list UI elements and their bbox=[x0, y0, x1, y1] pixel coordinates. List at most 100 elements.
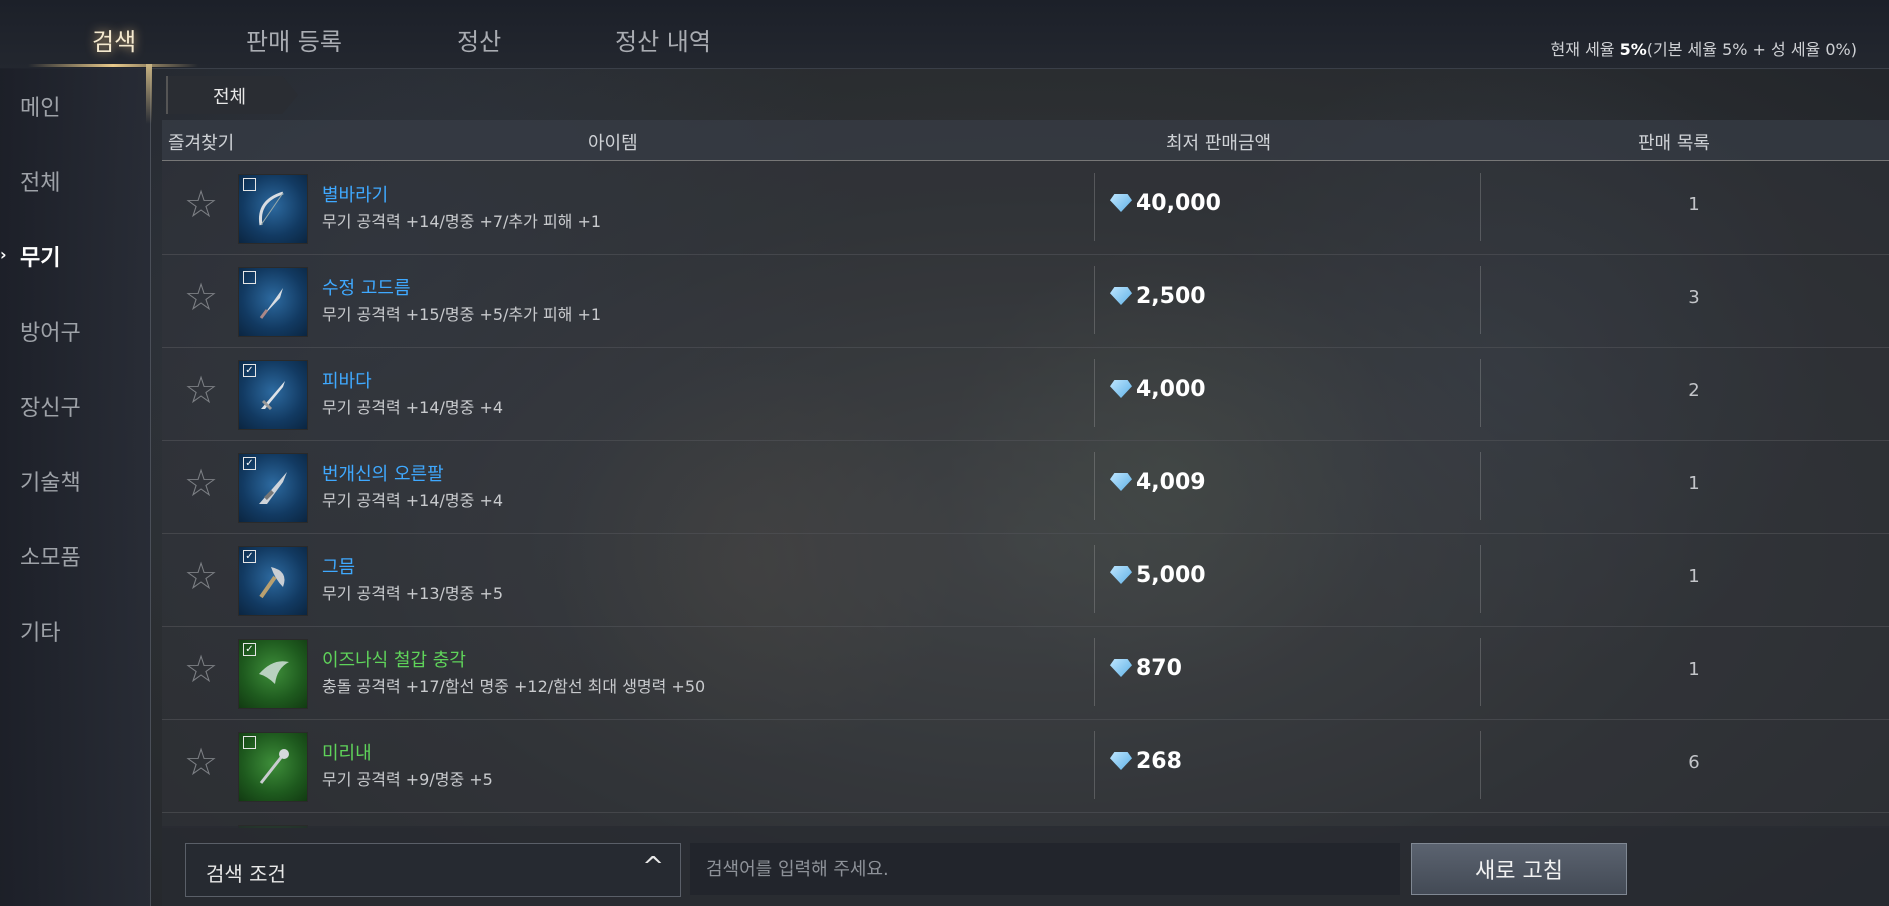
item-price: 4,000 bbox=[1110, 377, 1206, 402]
table-header: 즐겨찾기 아이템 최저 판매금액 판매 목록 bbox=[162, 120, 1889, 161]
column-divider bbox=[1480, 731, 1481, 799]
sidebar-item-armor[interactable]: 방어구 bbox=[20, 315, 81, 347]
item-name: 그믐 bbox=[322, 557, 356, 578]
greatsword-icon bbox=[259, 472, 287, 504]
item-price: 268 bbox=[1110, 749, 1182, 774]
search-condition-label: 검색 조건 bbox=[206, 862, 286, 886]
category-sidebar: 메인 전체 › 무기 방어구 장신구 기술책 소모품 기타 bbox=[0, 68, 151, 906]
star-icon[interactable]: ☆ bbox=[184, 464, 218, 502]
sidebar-item-all[interactable]: 전체 bbox=[20, 165, 60, 197]
tab-register-sale[interactable]: 판매 등록 bbox=[246, 22, 342, 57]
star-icon[interactable]: ☆ bbox=[184, 371, 218, 409]
listing-count: 1 bbox=[1688, 194, 1700, 215]
column-divider bbox=[1094, 452, 1095, 520]
chevron-up-icon: ^ bbox=[642, 852, 664, 882]
diamond-icon bbox=[1110, 566, 1132, 584]
item-thumbnail: ✓ bbox=[238, 639, 308, 709]
sidebar-item-skillbook[interactable]: 기술책 bbox=[20, 465, 81, 497]
item-price: 40,000 bbox=[1110, 191, 1221, 216]
header-listings: 판매 목록 bbox=[1638, 133, 1710, 154]
item-stats: 무기 공격력 +9/명중 +5 bbox=[322, 770, 493, 789]
price-value: 2,500 bbox=[1136, 284, 1206, 309]
sidebar-item-etc[interactable]: 기타 bbox=[20, 615, 60, 647]
refresh-button[interactable]: 새로 고침 bbox=[1411, 843, 1627, 895]
table-row[interactable]: ☆ ✓ 번개신의 오른팔 무기 공격력 +14/명중 +4 4,009 1 bbox=[162, 440, 1889, 534]
price-value: 268 bbox=[1136, 749, 1182, 774]
item-name: 별바라기 bbox=[322, 185, 389, 206]
ram-icon bbox=[259, 661, 289, 684]
listing-count: 1 bbox=[1688, 659, 1700, 680]
ornament-vine bbox=[146, 64, 152, 124]
sidebar-item-consumable[interactable]: 소모품 bbox=[20, 540, 81, 572]
tab-settlement-history[interactable]: 정산 내역 bbox=[615, 22, 711, 57]
item-stats: 무기 공격력 +14/명중 +4 bbox=[322, 398, 504, 417]
star-icon[interactable]: ☆ bbox=[184, 278, 218, 316]
star-icon[interactable]: ☆ bbox=[184, 650, 218, 688]
item-stats: 무기 공격력 +15/명중 +5/추가 피해 +1 bbox=[322, 305, 602, 324]
price-value: 4,009 bbox=[1136, 470, 1206, 495]
item-name: 이즈나식 철갑 충각 bbox=[322, 650, 466, 671]
item-price: 4,009 bbox=[1110, 470, 1206, 495]
active-tab-indicator bbox=[28, 64, 198, 67]
item-list: ☆ 별바라기 무기 공격력 +14/명중 +7/추가 피해 +1 40,000 … bbox=[162, 161, 1889, 828]
diamond-icon bbox=[1110, 659, 1132, 677]
breadcrumb[interactable]: 전체 bbox=[166, 76, 298, 114]
listing-count: 3 bbox=[1688, 287, 1700, 308]
header-lowest-price: 최저 판매금액 bbox=[1166, 133, 1272, 154]
column-divider bbox=[1480, 545, 1481, 613]
price-value: 4,000 bbox=[1136, 377, 1206, 402]
item-stats: 무기 공격력 +14/명중 +7/추가 피해 +1 bbox=[322, 212, 602, 231]
sidebar-item-weapon[interactable]: › 무기 bbox=[0, 240, 61, 272]
axe-icon bbox=[259, 567, 285, 599]
diamond-icon bbox=[1110, 380, 1132, 398]
listing-count: 1 bbox=[1688, 473, 1700, 494]
item-name: 수정 고드름 bbox=[322, 278, 411, 299]
column-divider bbox=[1094, 545, 1095, 613]
price-value: 870 bbox=[1136, 656, 1182, 681]
item-thumbnail: ✓ bbox=[238, 360, 308, 430]
column-divider bbox=[1094, 638, 1095, 706]
sidebar-item-accessory[interactable]: 장신구 bbox=[20, 390, 81, 422]
table-row[interactable]: ☆ ✓ 그믐 무기 공격력 +13/명중 +5 5,000 1 bbox=[162, 533, 1889, 627]
bow-icon bbox=[258, 191, 284, 226]
breadcrumb-label: 전체 bbox=[213, 87, 247, 108]
search-condition-dropdown[interactable]: 검색 조건 ^ bbox=[185, 843, 681, 897]
star-icon[interactable]: ☆ bbox=[184, 185, 218, 223]
sidebar-item-label: 무기 bbox=[20, 246, 61, 271]
item-thumbnail: ✓ bbox=[238, 453, 308, 523]
column-divider bbox=[1094, 731, 1095, 799]
star-icon[interactable]: ☆ bbox=[184, 743, 218, 781]
item-price: 5,000 bbox=[1110, 563, 1206, 588]
item-price: 2,500 bbox=[1110, 284, 1206, 309]
staff-icon bbox=[259, 749, 289, 784]
top-nav: 검색 판매 등록 정산 정산 내역 현재 세율 5%(기본 세율 5% + 성 … bbox=[0, 0, 1889, 69]
tax-detail: (기본 세율 5% + 성 세율 0%) bbox=[1646, 40, 1857, 59]
table-row[interactable]: ☆ 별바라기 무기 공격력 +14/명중 +7/추가 피해 +1 40,000 … bbox=[162, 161, 1889, 255]
item-thumbnail bbox=[238, 174, 308, 244]
table-row[interactable]: ☆ ✓ 이즈나식 철갑 충각 충돌 공격력 +17/함선 명중 +12/함선 최… bbox=[162, 626, 1889, 720]
table-row[interactable]: ☆ ✓ 피바다 무기 공격력 +14/명중 +4 4,000 2 bbox=[162, 347, 1889, 441]
table-row[interactable]: ☆ 미리내 무기 공격력 +9/명중 +5 268 6 bbox=[162, 719, 1889, 813]
diamond-icon bbox=[1110, 752, 1132, 770]
item-stats: 충돌 공격력 +17/함선 명중 +12/함선 최대 생명력 +50 bbox=[322, 677, 706, 696]
header-favorite: 즐겨찾기 bbox=[168, 133, 235, 154]
tab-search[interactable]: 검색 bbox=[92, 22, 136, 57]
price-value: 40,000 bbox=[1136, 191, 1221, 216]
dagger-icon bbox=[259, 288, 283, 319]
tab-settlement[interactable]: 정산 bbox=[457, 22, 501, 57]
column-divider bbox=[1480, 452, 1481, 520]
tax-rate-info: 현재 세율 5%(기본 세율 5% + 성 세율 0%) bbox=[1551, 36, 1857, 60]
diamond-icon bbox=[1110, 194, 1132, 212]
listing-count: 1 bbox=[1688, 566, 1700, 587]
sword-icon bbox=[261, 381, 285, 411]
column-divider bbox=[1480, 173, 1481, 241]
item-thumbnail bbox=[238, 267, 308, 337]
item-stats: 무기 공격력 +13/명중 +5 bbox=[322, 584, 504, 603]
search-input[interactable] bbox=[690, 843, 1400, 895]
sidebar-item-main[interactable]: 메인 bbox=[20, 90, 60, 122]
column-divider bbox=[1094, 266, 1095, 334]
table-row[interactable]: ☆ 수정 고드름 무기 공격력 +15/명중 +5/추가 피해 +1 2,500… bbox=[162, 254, 1889, 348]
star-icon[interactable]: ☆ bbox=[184, 557, 218, 595]
column-divider bbox=[1480, 638, 1481, 706]
column-divider bbox=[1480, 266, 1481, 334]
